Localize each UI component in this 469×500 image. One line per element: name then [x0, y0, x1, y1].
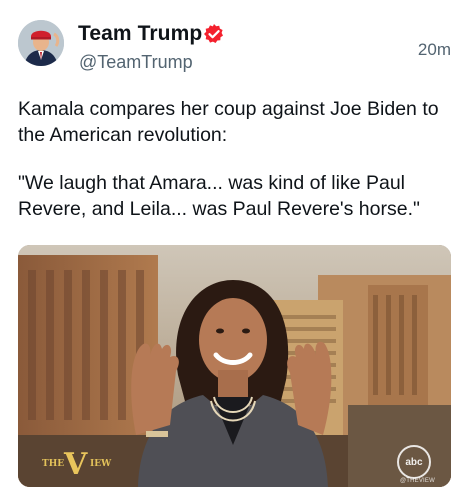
logo-ew-text: IEW [90, 459, 112, 469]
abc-logo-icon: abc [397, 445, 431, 479]
verified-badge-icon [204, 24, 223, 43]
timestamp[interactable]: 20m [418, 40, 451, 60]
video-thumbnail[interactable]: THE V IEW abc @THEVIEW [18, 245, 451, 487]
avatar-image [18, 20, 64, 66]
logo-v-text: V [64, 447, 88, 482]
network-tag: @THEVIEW [399, 478, 435, 484]
the-view-logo: THE V IEW [42, 447, 112, 482]
avatar[interactable] [18, 20, 64, 66]
tweet-text-line: Kamala compares her coup against Joe Bid… [18, 98, 439, 146]
logo-the-text: THE [42, 459, 65, 469]
tweet-quote-line: "We laugh that Amara... was kind of like… [18, 172, 420, 220]
network-logo-text: abc [405, 456, 423, 468]
tweet-text: Kamala compares her coup against Joe Bid… [18, 96, 458, 222]
author-handle[interactable]: @TeamTrump [79, 52, 193, 73]
author-name[interactable]: Team Trump [78, 22, 202, 46]
tweet-card[interactable]: Team Trump @TeamTrump 20m Kamala compare… [0, 0, 469, 500]
